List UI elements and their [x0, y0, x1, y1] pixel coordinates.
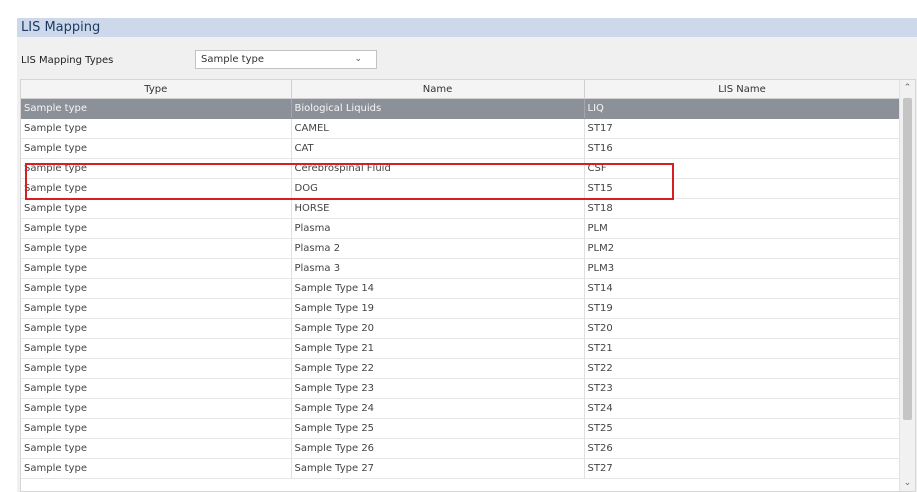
cell-name: CAT [291, 138, 585, 159]
cell-lis-name: ST19 [584, 298, 901, 319]
cell-lis-name: LIQ [584, 98, 901, 119]
cell-type: Sample type [21, 98, 292, 119]
cell-lis-name: ST16 [584, 138, 901, 159]
cell-name: Cerebrospinal Fluid [291, 158, 585, 179]
cell-lis-name: ST17 [584, 118, 901, 139]
table-row[interactable]: Sample type Sample Type 25 ST25 [21, 418, 901, 439]
table-row[interactable]: Sample type Sample Type 20 ST20 [21, 318, 901, 339]
cell-lis-name: ST23 [584, 378, 901, 399]
cell-type: Sample type [21, 238, 292, 259]
column-header-type[interactable]: Type [21, 80, 292, 99]
table-row[interactable]: Sample type Sample Type 19 ST19 [21, 298, 901, 319]
cell-type: Sample type [21, 278, 292, 299]
table-row[interactable]: Sample type Plasma PLM [21, 218, 901, 239]
cell-type: Sample type [21, 218, 292, 239]
table-row[interactable]: Sample type Sample Type 23 ST23 [21, 378, 901, 399]
table-row[interactable]: Sample type DOG ST15 [21, 178, 901, 199]
lis-mapping-grid[interactable]: Type Name LIS Name Sample type Biological… [20, 79, 916, 492]
cell-type: Sample type [21, 378, 292, 399]
cell-name: Sample Type 23 [291, 378, 585, 399]
chevron-down-icon: ⌄ [354, 54, 362, 64]
cell-name: Sample Type 27 [291, 458, 585, 479]
cell-type: Sample type [21, 178, 292, 199]
column-header-name[interactable]: Name [291, 80, 585, 99]
mapping-types-label: LIS Mapping Types [21, 55, 114, 66]
cell-name: Plasma 3 [291, 258, 585, 279]
cell-name: Sample Type 24 [291, 398, 585, 419]
cell-type: Sample type [21, 298, 292, 319]
cell-lis-name: PLM3 [584, 258, 901, 279]
cell-lis-name: ST24 [584, 398, 901, 419]
cell-type: Sample type [21, 438, 292, 459]
cell-type: Sample type [21, 418, 292, 439]
cell-name: Sample Type 25 [291, 418, 585, 439]
cell-type: Sample type [21, 138, 292, 159]
cell-type: Sample type [21, 358, 292, 379]
mapping-types-value: Sample type [201, 54, 265, 65]
table-row[interactable]: Sample type CAMEL ST17 [21, 118, 901, 139]
cell-lis-name: ST20 [584, 318, 901, 339]
cell-name: Sample Type 14 [291, 278, 585, 299]
cell-lis-name: ST14 [584, 278, 901, 299]
cell-lis-name: ST25 [584, 418, 901, 439]
table-row[interactable]: Sample type Sample Type 26 ST26 [21, 438, 901, 459]
scrollbar-thumb[interactable] [903, 98, 912, 420]
cell-type: Sample type [21, 158, 292, 179]
cell-name: Plasma 2 [291, 238, 585, 259]
table-row[interactable]: Sample type Sample Type 14 ST14 [21, 278, 901, 299]
cell-lis-name: ST26 [584, 438, 901, 459]
table-row[interactable]: Sample type Sample Type 21 ST21 [21, 338, 901, 359]
cell-lis-name: PLM [584, 218, 901, 239]
cell-type: Sample type [21, 338, 292, 359]
table-row[interactable]: Sample type Plasma 3 PLM3 [21, 258, 901, 279]
cell-name: Sample Type 26 [291, 438, 585, 459]
cell-lis-name: ST22 [584, 358, 901, 379]
cell-name: DOG [291, 178, 585, 199]
table-row[interactable]: Sample type Cerebrospinal Fluid CSF [21, 158, 901, 179]
panel-title: LIS Mapping [17, 18, 917, 37]
cell-type: Sample type [21, 118, 292, 139]
cell-name: CAMEL [291, 118, 585, 139]
table-row[interactable]: Sample type Sample Type 27 ST27 [21, 458, 901, 479]
mapping-types-select[interactable]: Sample type ⌄ [195, 50, 377, 69]
cell-name: Sample Type 19 [291, 298, 585, 319]
cell-name: Sample Type 20 [291, 318, 585, 339]
table-row[interactable]: Sample type Plasma 2 PLM2 [21, 238, 901, 259]
cell-type: Sample type [21, 258, 292, 279]
lis-mapping-panel: LIS Mapping LIS Mapping Types Sample typ… [17, 18, 917, 492]
table-row[interactable]: Sample type HORSE ST18 [21, 198, 901, 219]
cell-lis-name: CSF [584, 158, 901, 179]
cell-lis-name: ST21 [584, 338, 901, 359]
cell-lis-name: PLM2 [584, 238, 901, 259]
column-header-lis-name[interactable]: LIS Name [584, 80, 901, 99]
cell-type: Sample type [21, 198, 292, 219]
chevron-up-icon[interactable]: ⌃ [900, 80, 915, 96]
cell-lis-name: ST27 [584, 458, 901, 479]
table-body: Sample type Biological Liquids LIQ Sample t… [21, 98, 901, 479]
table-row[interactable]: Sample type Sample Type 22 ST22 [21, 358, 901, 379]
table-row[interactable]: Sample type Sample Type 24 ST24 [21, 398, 901, 419]
cell-type: Sample type [21, 458, 292, 479]
cell-type: Sample type [21, 398, 292, 419]
table-row[interactable]: Sample type CAT ST16 [21, 138, 901, 159]
cell-lis-name: ST18 [584, 198, 901, 219]
cell-name: Sample Type 21 [291, 338, 585, 359]
cell-name: Plasma [291, 218, 585, 239]
cell-lis-name: ST15 [584, 178, 901, 199]
chevron-down-icon[interactable]: ⌄ [900, 475, 915, 491]
cell-name: Biological Liquids [291, 98, 585, 119]
vertical-scrollbar[interactable]: ⌃ ⌄ [899, 80, 915, 491]
cell-type: Sample type [21, 318, 292, 339]
table-row[interactable]: Sample type Biological Liquids LIQ [21, 98, 901, 119]
cell-name: HORSE [291, 198, 585, 219]
lis-mapping-table: Type Name LIS Name Sample type Biological… [21, 80, 901, 479]
table-header-row: Type Name LIS Name [21, 80, 901, 99]
cell-name: Sample Type 22 [291, 358, 585, 379]
